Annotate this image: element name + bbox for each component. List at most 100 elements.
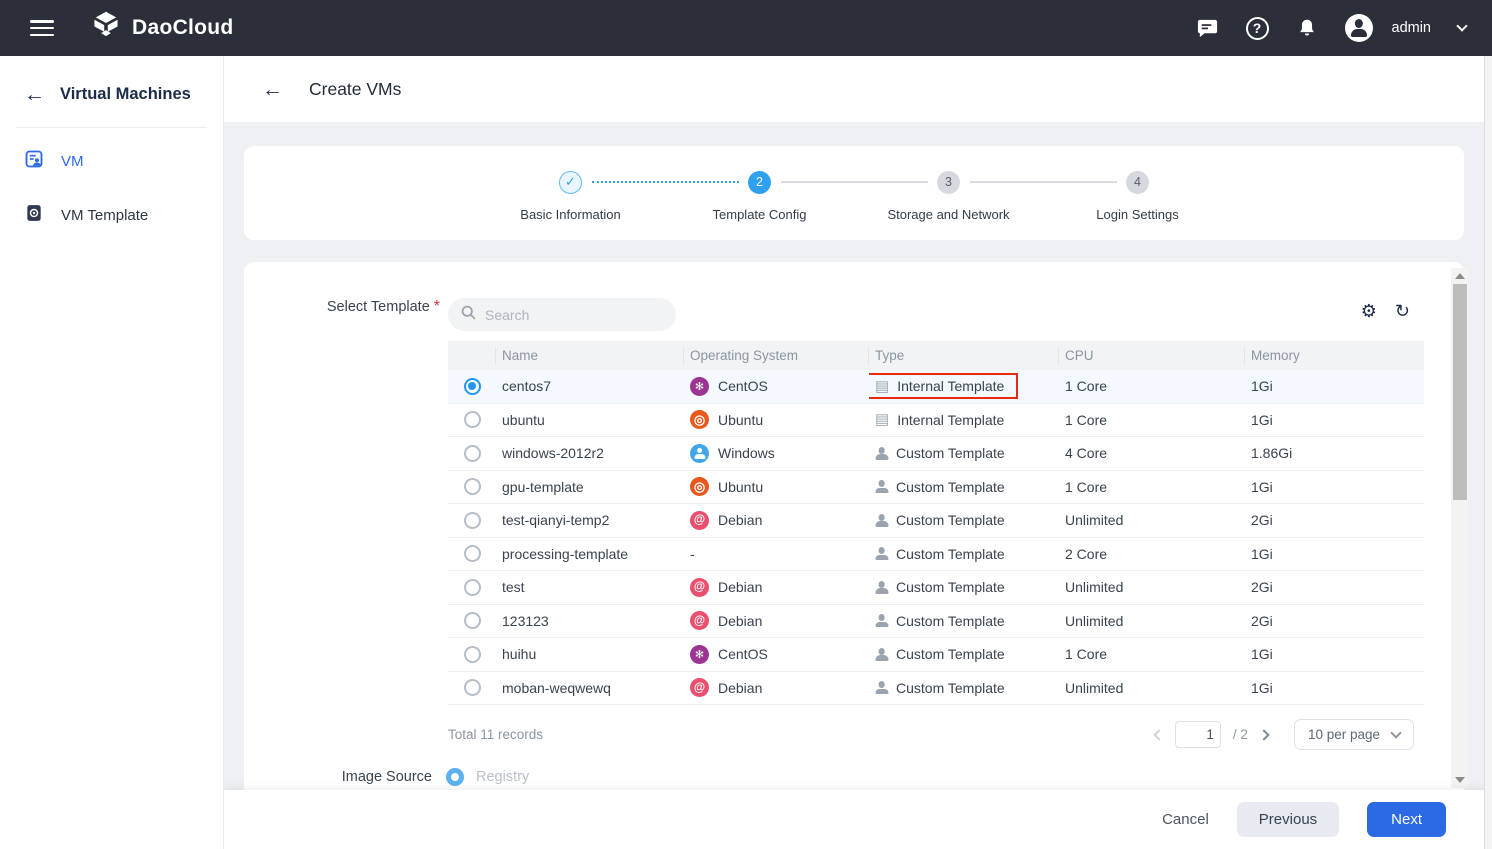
previous-page-icon[interactable] (1153, 729, 1164, 740)
hamburger-menu-icon[interactable] (30, 20, 54, 36)
registry-radio[interactable] (446, 768, 464, 786)
template-radio[interactable] (464, 612, 481, 629)
page-size-value: 10 per page (1308, 727, 1380, 742)
search-input[interactable] (485, 307, 664, 323)
stepper-step-basic-information[interactable]: ✓Basic Information (476, 165, 665, 222)
refresh-icon[interactable]: ↻ (1395, 302, 1410, 320)
page-number-input[interactable] (1175, 721, 1221, 748)
template-type: Custom Template (869, 613, 1059, 629)
template-radio[interactable] (464, 411, 481, 428)
image-source-row: Image Source Registry (448, 768, 1424, 786)
table-row[interactable]: processing-template-Custom Template2 Cor… (448, 538, 1424, 572)
scroll-down-icon[interactable] (1455, 777, 1465, 783)
template-memory: 1.86Gi (1245, 445, 1424, 461)
type-label: Custom Template (896, 680, 1005, 696)
sidebar: ← Virtual Machines VM VM Template (0, 56, 224, 849)
debian-icon: @ (690, 578, 709, 597)
debian-icon: @ (690, 678, 709, 697)
custom-template-icon (875, 447, 888, 460)
stepper-step-login-settings[interactable]: 4Login Settings (1043, 165, 1232, 222)
stepper-step-template-config[interactable]: 2 Template Config (665, 165, 854, 222)
template-radio[interactable] (464, 679, 481, 696)
ubuntu-icon: ◎ (690, 477, 709, 496)
template-radio[interactable] (464, 579, 481, 596)
table-row[interactable]: test@DebianCustom TemplateUnlimited2Gi (448, 571, 1424, 605)
cancel-button[interactable]: Cancel (1162, 811, 1209, 828)
page-title: Create VMs (309, 79, 401, 100)
registry-label: Registry (476, 769, 529, 785)
template-type: ▤Internal Template (869, 373, 1059, 399)
help-icon[interactable]: ? (1246, 17, 1269, 40)
page-total: / 2 (1233, 727, 1248, 742)
notifications-bell-icon[interactable] (1296, 17, 1318, 40)
internal-template-icon: ▤ (875, 379, 889, 394)
type-content: Custom Template (875, 680, 1005, 696)
sidebar-back-arrow-icon[interactable]: ← (24, 84, 45, 105)
ubuntu-icon: ◎ (690, 410, 709, 429)
os-label: Debian (718, 579, 762, 595)
template-cpu: 1 Core (1059, 646, 1245, 662)
messages-icon[interactable] (1196, 17, 1219, 40)
template-cpu: 1 Core (1059, 378, 1245, 394)
settings-gear-icon[interactable]: ⚙ (1361, 302, 1377, 320)
step-label: Login Settings (1096, 207, 1178, 222)
next-button[interactable]: Next (1367, 802, 1446, 837)
template-radio[interactable] (464, 445, 481, 462)
person-icon (875, 447, 888, 460)
custom-template-icon (875, 547, 888, 560)
step-label: Template Config (713, 207, 807, 222)
page-size-select[interactable]: 10 per page (1294, 719, 1414, 750)
page-scrollbar[interactable] (1484, 56, 1492, 849)
template-cpu: 1 Core (1059, 412, 1245, 428)
previous-button[interactable]: Previous (1237, 802, 1339, 837)
os-label: Debian (718, 512, 762, 528)
table-row[interactable]: 123123@DebianCustom TemplateUnlimited2Gi (448, 605, 1424, 639)
search-box[interactable] (448, 298, 676, 331)
step-circle: 2 (748, 171, 771, 194)
template-name: windows-2012r2 (496, 445, 684, 461)
next-page-icon[interactable] (1258, 729, 1269, 740)
template-os: Windows (684, 444, 869, 463)
page-header: ← Create VMs (224, 56, 1492, 122)
table-scrollbar[interactable] (1451, 268, 1468, 788)
template-radio[interactable] (464, 646, 481, 663)
custom-template-icon (875, 480, 888, 493)
scroll-up-icon[interactable] (1455, 273, 1465, 279)
table-row[interactable]: windows-2012r2WindowsCustom Template4 Co… (448, 437, 1424, 471)
table-row[interactable]: centos7✻CentOS▤Internal Template1 Core1G… (448, 370, 1424, 404)
sidebar-item-vm-template[interactable]: VM Template (0, 188, 223, 242)
type-content: ▤Internal Template (875, 412, 1004, 428)
brand[interactable]: DaoCloud (90, 10, 234, 47)
table-row[interactable]: ubuntu◎Ubuntu▤Internal Template1 Core1Gi (448, 404, 1424, 438)
template-os: ◎Ubuntu (684, 477, 869, 496)
person-icon (875, 480, 888, 493)
table-row[interactable]: huihu✻CentOSCustom Template1 Core1Gi (448, 638, 1424, 672)
custom-template-icon (875, 514, 888, 527)
scrollbar-thumb[interactable] (1453, 284, 1467, 500)
template-cpu: 2 Core (1059, 546, 1245, 562)
debian-icon: @ (690, 511, 709, 530)
template-type: Custom Template (869, 646, 1059, 662)
table-row[interactable]: moban-weqwewq@DebianCustom TemplateUnlim… (448, 672, 1424, 706)
template-radio[interactable] (464, 478, 481, 495)
person-icon (875, 648, 888, 661)
footer-bar: Cancel Previous Next (224, 790, 1492, 849)
user-avatar[interactable] (1345, 14, 1373, 42)
template-memory: 1Gi (1245, 680, 1424, 696)
template-radio[interactable] (464, 378, 481, 395)
page-back-arrow-icon[interactable]: ← (262, 79, 283, 100)
table-row[interactable]: gpu-template◎UbuntuCustom Template1 Core… (448, 471, 1424, 505)
template-memory: 1Gi (1245, 646, 1424, 662)
required-asterisk: * (434, 298, 440, 315)
sidebar-item-vm[interactable]: VM (0, 134, 223, 188)
template-memory: 2Gi (1245, 512, 1424, 528)
chevron-down-icon[interactable] (1456, 20, 1467, 31)
table-row[interactable]: test-qianyi-temp2@DebianCustom TemplateU… (448, 504, 1424, 538)
template-radio[interactable] (464, 545, 481, 562)
template-radio[interactable] (464, 512, 481, 529)
step-label: Storage and Network (887, 207, 1009, 222)
step-circle: 3 (937, 171, 960, 194)
os-label: Windows (718, 445, 775, 461)
type-label: Custom Template (896, 479, 1005, 495)
stepper-step-storage-and-network[interactable]: 3 Storage and Network (854, 165, 1043, 222)
